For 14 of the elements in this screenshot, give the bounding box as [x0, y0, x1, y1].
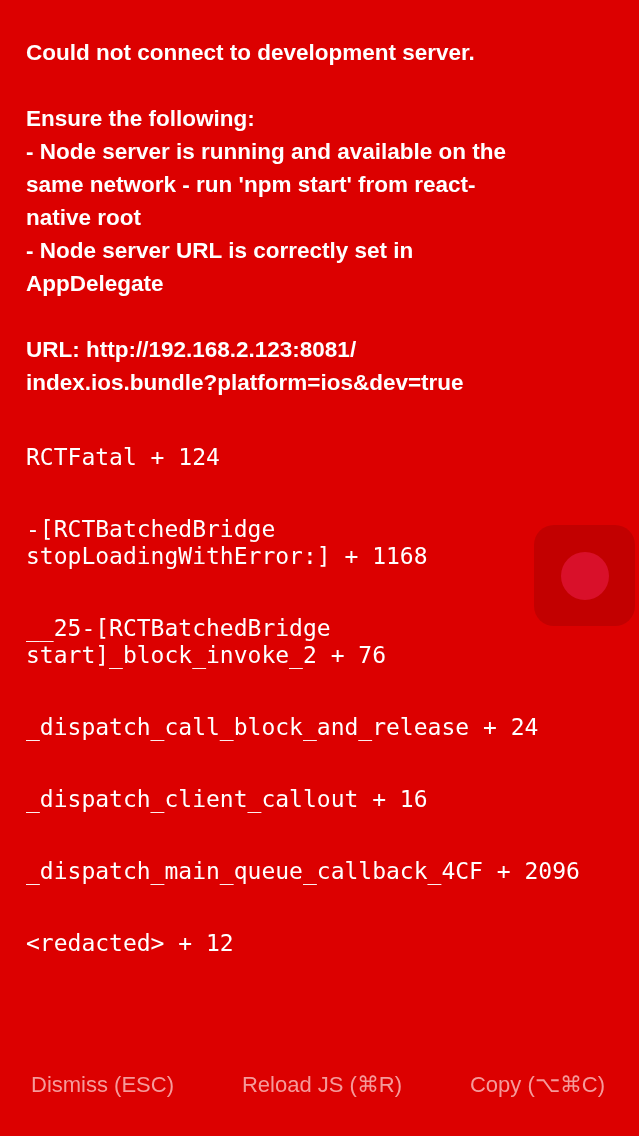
action-button[interactable]: Copy (⌥⌘C) [469, 1068, 605, 1102]
stack-frame: _dispatch_call_block_and_release + 24 [26, 714, 619, 741]
error-message: Ensure the following: - Node server is running and available on the same network - run 'npm start' from react- native root - Node server URL is correctly set in AppDelegate [26, 105, 508, 298]
stack-frame: -[RCTBatchedBridge stopLoadingWithError:] + 1168 [26, 516, 619, 570]
stack-frame: __25-[RCTBatchedBridge start]_block_invoke_2 + 76 [26, 615, 619, 669]
action-button[interactable]: Reload JS (⌘R) [241, 1068, 403, 1102]
stack-frame: _dispatch_main_queue_callback_4CF + 2096 [26, 858, 619, 885]
error-message: URL: http://192.168.2.123:8081/ index.ios.bundle?platform=ios&dev=true [26, 336, 465, 397]
error-message: Could not connect to development server. [26, 39, 476, 67]
stack-frame: _dispatch_client_callout + 16 [26, 786, 619, 813]
stack-frame: RCTFatal + 124 [26, 444, 619, 471]
stack-frame: <redacted> + 12 [26, 930, 619, 957]
floating-touch-button[interactable] [534, 525, 635, 626]
action-button[interactable]: Dismiss (ESC) [31, 1068, 174, 1102]
